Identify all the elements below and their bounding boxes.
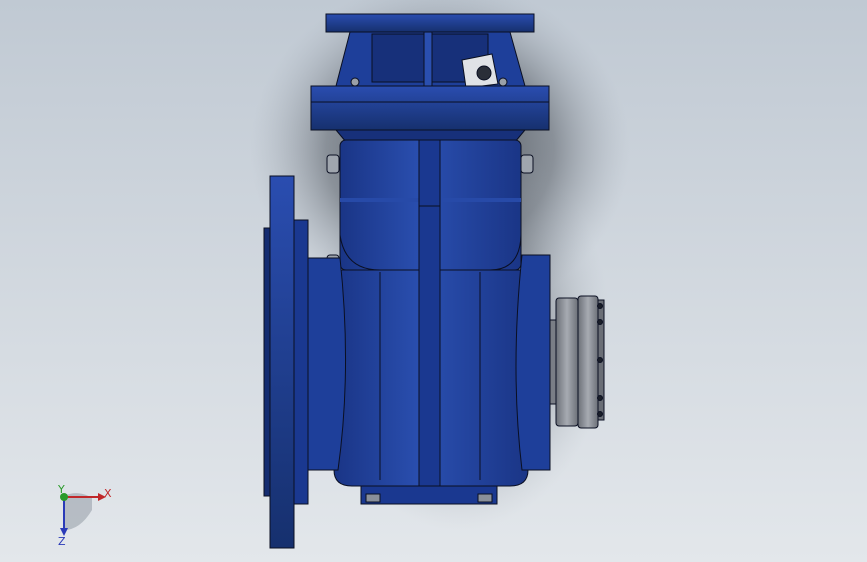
- pump-foot[interactable]: [360, 485, 498, 505]
- bolt-icon: [326, 154, 340, 174]
- bolt-icon: [597, 411, 603, 417]
- bolt-icon: [498, 77, 508, 87]
- foot-bolt-icon: [365, 493, 381, 503]
- bracket-rib: [423, 31, 433, 87]
- triad-x-label: X: [104, 487, 112, 500]
- triad-z-label: Z: [58, 535, 66, 548]
- pump-model-view[interactable]: X Y Z: [0, 0, 867, 562]
- discharge-nozzle[interactable]: [515, 254, 551, 471]
- middle-flange[interactable]: [310, 85, 550, 131]
- discharge-flange-left[interactable]: [555, 297, 579, 427]
- top-flange[interactable]: [325, 13, 535, 33]
- bolt-icon: [597, 357, 603, 363]
- discharge-flange-right[interactable]: [577, 295, 599, 429]
- bolt-icon: [597, 319, 603, 325]
- bolt-icon: [520, 154, 534, 174]
- foot-bolt-icon: [477, 493, 493, 503]
- graphics-viewport[interactable]: X Y Z: [0, 0, 867, 562]
- bolt-icon: [597, 303, 603, 309]
- bolt-icon: [597, 395, 603, 401]
- bolt-icon: [350, 77, 360, 87]
- suction-flange-hub: [293, 219, 309, 505]
- triad-y-label: Y: [57, 483, 65, 496]
- central-rib: [418, 139, 441, 489]
- bracket-window-left: [371, 33, 425, 83]
- suction-flange[interactable]: [269, 175, 295, 549]
- coupling-bolt-icon: [476, 65, 492, 81]
